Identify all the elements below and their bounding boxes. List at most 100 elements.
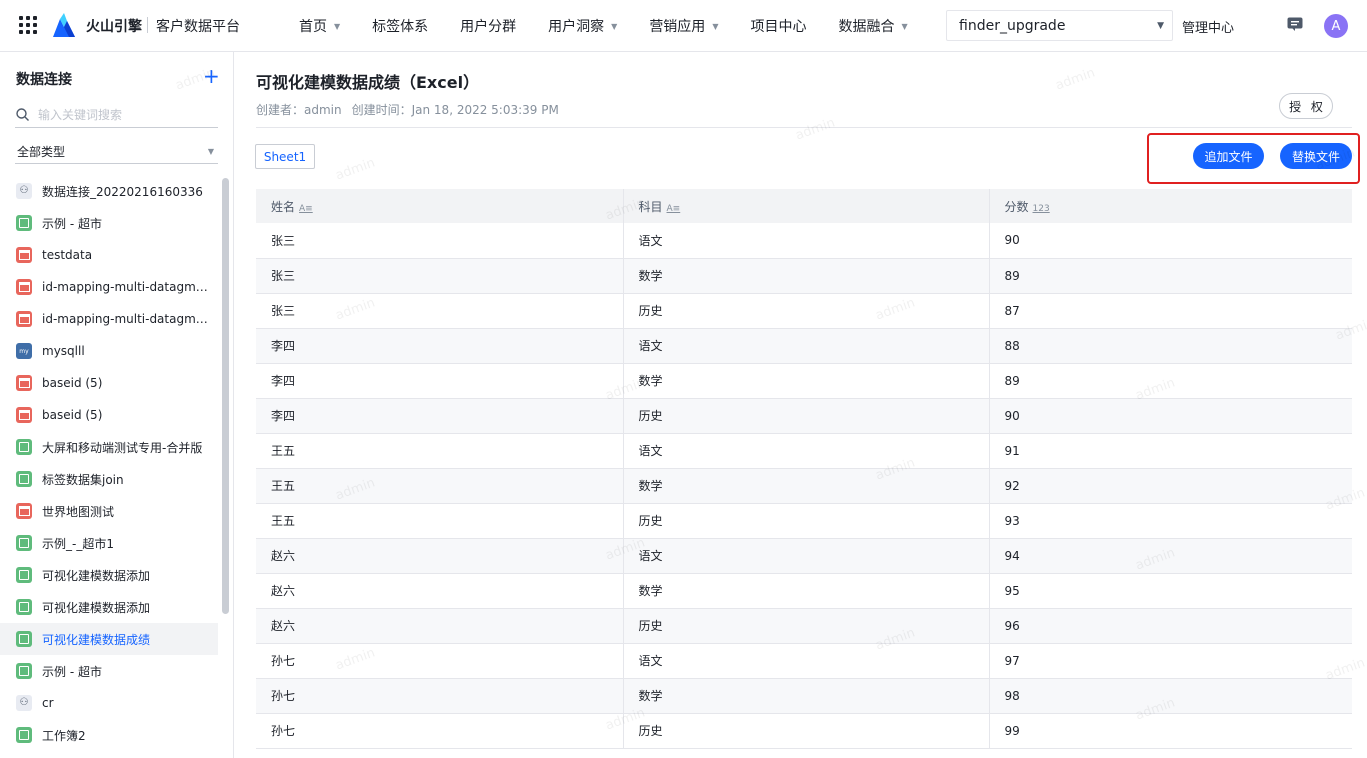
- brand-divider: [147, 17, 148, 33]
- database-icon: [16, 247, 32, 263]
- sidebar-title: 数据连接: [16, 72, 72, 88]
- nav-item-insights[interactable]: 用户洞察 ▼: [548, 16, 617, 36]
- table-row: 张三 数学 89: [256, 258, 1352, 294]
- app-root: 火山引擎 客户数据平台 首页 ▼ 标签体系 用户分群 用户洞察 ▼ 营销应用 ▼ 项目…: [0, 0, 1367, 758]
- sidebar-item[interactable]: 世界地图测试: [0, 495, 218, 527]
- cell-score: 91: [989, 433, 1352, 469]
- nav-item-marketing[interactable]: 营销应用 ▼: [649, 16, 718, 36]
- table-row: 张三 历史 87: [256, 293, 1352, 329]
- project-select[interactable]: finder_upgrade ▼: [946, 10, 1173, 41]
- column-header-subject[interactable]: 科目 A≡: [623, 189, 990, 223]
- sidebar-item[interactable]: 数据连接_20220216160336: [0, 175, 218, 207]
- append-file-button[interactable]: 追加文件: [1193, 143, 1264, 169]
- cell-name: 王五: [256, 433, 624, 469]
- table-row: 张三 语文 90: [256, 223, 1352, 259]
- caret-down-icon: ▼: [1157, 21, 1164, 31]
- cell-subject: 语文: [623, 328, 990, 364]
- database-icon: [16, 279, 32, 295]
- divider: [256, 127, 1352, 128]
- nav-item-home[interactable]: 首页 ▼: [299, 16, 340, 36]
- cell-name: 李四: [256, 328, 624, 364]
- avatar[interactable]: A: [1324, 14, 1348, 38]
- chevron-down-icon: ▼: [712, 21, 719, 31]
- cell-name: 赵六: [256, 573, 624, 609]
- sidebar-item[interactable]: 可视化建模数据添加: [0, 591, 218, 623]
- sidebar-item-label: cr: [42, 696, 54, 710]
- table-row: 王五 历史 93: [256, 503, 1352, 539]
- type-filter-select[interactable]: 全部类型 ▼: [15, 140, 218, 164]
- caret-down-icon: ▼: [207, 147, 214, 156]
- cell-subject: 数学: [623, 258, 990, 294]
- table-row: 李四 数学 89: [256, 363, 1352, 399]
- data-table: 姓名 A≡ 科目 A≡ 分数 123 张三 语文 90 张三 数学 89 张三 历史 87 李四 语文 88…: [256, 189, 1352, 749]
- cell-score: 95: [989, 573, 1352, 609]
- sidebar-item[interactable]: id-mapping-multi-datagmpcd...: [0, 271, 218, 303]
- creator-text: 创建者：admin: [256, 103, 342, 117]
- sidebar-item[interactable]: baseid (5): [0, 367, 218, 399]
- nav-item-data-fusion[interactable]: 数据融合 ▼: [838, 16, 907, 36]
- cell-score: 92: [989, 468, 1352, 504]
- sidebar-item[interactable]: 可视化建模数据添加: [0, 559, 218, 591]
- apps-grid-icon[interactable]: [19, 16, 37, 34]
- text-type-icon: A≡: [299, 203, 313, 214]
- sidebar-item-label: 世界地图测试: [42, 504, 115, 519]
- nav-item-tags[interactable]: 标签体系: [372, 16, 428, 36]
- watermark: admin: [793, 115, 838, 144]
- table-header-row: 姓名 A≡ 科目 A≡ 分数 123: [256, 189, 1352, 223]
- sidebar-item[interactable]: cr: [0, 687, 218, 719]
- sidebar-item[interactable]: 示例 - 超市: [0, 207, 218, 239]
- cell-score: 90: [989, 223, 1352, 259]
- cell-score: 89: [989, 363, 1352, 399]
- cell-subject: 历史: [623, 398, 990, 434]
- sidebar-item[interactable]: 大屏和移动端测试专用-合并版: [0, 431, 218, 463]
- table-row: 赵六 数学 95: [256, 573, 1352, 609]
- database-icon: [16, 375, 32, 391]
- nav-item-projects[interactable]: 项目中心: [750, 16, 806, 36]
- sidebar-item[interactable]: 工作簿2: [0, 719, 218, 751]
- sidebar-item[interactable]: 示例_-_超市1: [0, 527, 218, 559]
- cell-name: 王五: [256, 468, 624, 504]
- excel-file-icon: [16, 663, 32, 679]
- watermark: admin: [333, 155, 378, 184]
- sidebar-item[interactable]: 可视化建模数据成绩: [0, 623, 218, 655]
- table-row: 孙七 历史 99: [256, 713, 1352, 749]
- sidebar-item-label: 示例 - 超市: [42, 216, 102, 231]
- cell-name: 李四: [256, 363, 624, 399]
- nav-item-segments[interactable]: 用户分群: [460, 16, 516, 36]
- sidebar-scrollbar[interactable]: [222, 178, 229, 614]
- connection-list: 数据连接_20220216160336 示例 - 超市 testdata id-map…: [0, 175, 218, 751]
- search-input[interactable]: [38, 107, 198, 122]
- sidebar-item[interactable]: id-mapping-multi-datagmpcd...: [0, 303, 218, 335]
- sidebar-item-label: 可视化建模数据成绩: [42, 632, 151, 647]
- cell-score: 88: [989, 328, 1352, 364]
- column-header-score[interactable]: 分数 123: [989, 189, 1352, 223]
- sidebar-item-label: baseid (5): [42, 408, 103, 422]
- cell-name: 张三: [256, 293, 624, 329]
- sidebar-item-label: mysqlll: [42, 344, 85, 358]
- cell-subject: 语文: [623, 538, 990, 574]
- add-icon[interactable]: +: [203, 66, 220, 86]
- cell-score: 98: [989, 678, 1352, 714]
- database-icon: [16, 407, 32, 423]
- sidebar-item[interactable]: mysqlll: [0, 335, 218, 367]
- sidebar-item-label: 示例_-_超市1: [42, 536, 114, 551]
- sidebar-item[interactable]: 示例 - 超市: [0, 655, 218, 687]
- sidebar-item[interactable]: testdata: [0, 239, 218, 271]
- sidebar-item[interactable]: baseid (5): [0, 399, 218, 431]
- cell-name: 赵六: [256, 608, 624, 644]
- dataset-meta: 创建者：admin 创建时间：Jan 18, 2022 5:03:39 PM: [256, 101, 569, 118]
- message-icon[interactable]: [1287, 17, 1303, 31]
- main-panel: 可视化建模数据成绩（Excel） 创建者：admin 创建时间：Jan 18, …: [174, 52, 1367, 758]
- grant-button[interactable]: 授 权: [1279, 93, 1333, 119]
- chevron-down-icon: ▼: [611, 21, 618, 31]
- admin-center-link[interactable]: 管理中心: [1182, 17, 1234, 36]
- cell-subject: 历史: [623, 713, 990, 749]
- volcano-logo-icon: [53, 13, 75, 37]
- sidebar-item[interactable]: 标签数据集join: [0, 463, 218, 495]
- sidebar-item-label: testdata: [42, 248, 93, 262]
- column-header-name[interactable]: 姓名 A≡: [256, 189, 624, 223]
- connection-icon: [16, 183, 32, 199]
- tab-sheet1[interactable]: Sheet1: [255, 144, 315, 169]
- replace-file-button[interactable]: 替换文件: [1280, 143, 1352, 169]
- watermark: admin: [1053, 65, 1098, 94]
